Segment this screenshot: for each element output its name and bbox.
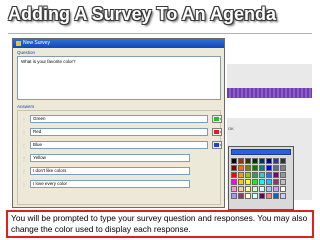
- color-swatch-27[interactable]: [245, 179, 251, 185]
- app-icon: [16, 41, 21, 46]
- drag-handle-icon[interactable]: ⋮: [22, 182, 26, 187]
- answers-list: ⋮ Green ▾ ⋮ Red ▾ ⋮ Blue ▾ ⋮ Yellow ⋮ I …: [17, 110, 222, 205]
- color-swatch-46[interactable]: [266, 193, 272, 199]
- drag-handle-icon[interactable]: ⋮: [22, 117, 26, 122]
- color-swatch-35[interactable]: [245, 186, 251, 192]
- color-swatch-15[interactable]: [273, 165, 279, 171]
- color-chip: [214, 117, 219, 121]
- color-swatch-14[interactable]: [266, 165, 272, 171]
- color-swatch-9[interactable]: [231, 165, 237, 171]
- color-swatch-25[interactable]: [231, 179, 237, 185]
- color-swatch-42[interactable]: [238, 193, 244, 199]
- dropdown-arrow-icon: ▾: [219, 130, 221, 134]
- answer-row-4: ⋮ Yellow: [18, 154, 222, 163]
- color-swatch-44[interactable]: [252, 193, 258, 199]
- color-swatch-7[interactable]: [273, 158, 279, 164]
- answer-input-3[interactable]: Blue: [30, 141, 208, 149]
- color-swatch-43[interactable]: [245, 193, 251, 199]
- color-swatch-40[interactable]: [280, 186, 286, 192]
- slide-title: Adding A Survey To An Agenda: [8, 4, 277, 24]
- answer-input-1[interactable]: Green: [30, 115, 208, 123]
- selected-color-bar[interactable]: [231, 149, 291, 155]
- color-chip: [214, 130, 219, 134]
- dialog-titlebar[interactable]: New Survey: [13, 39, 224, 48]
- color-swatch-28[interactable]: [252, 179, 258, 185]
- color-swatch-45[interactable]: [259, 193, 265, 199]
- color-swatch-24[interactable]: [280, 172, 286, 178]
- color-swatch-22[interactable]: [266, 172, 272, 178]
- color-swatch-26[interactable]: [238, 179, 244, 185]
- color-swatch-21[interactable]: [259, 172, 265, 178]
- answer-input-5[interactable]: I don't like colors: [30, 167, 190, 175]
- drag-handle-icon[interactable]: ⋮: [22, 169, 26, 174]
- answers-label: Answers: [17, 104, 35, 109]
- answer-input-2[interactable]: Red: [30, 128, 208, 136]
- color-swatch-10[interactable]: [238, 165, 244, 171]
- background-ok-label: OK: [228, 126, 234, 131]
- instruction-caption: You will be prompted to type your survey…: [6, 210, 314, 238]
- color-swatch-31[interactable]: [273, 179, 279, 185]
- new-survey-dialog: New Survey Question What is your favorit…: [12, 38, 225, 208]
- color-chip: [214, 143, 219, 147]
- color-swatch-39[interactable]: [273, 186, 279, 192]
- color-swatch-33[interactable]: [231, 186, 237, 192]
- color-swatch-2[interactable]: [238, 158, 244, 164]
- color-swatch-8[interactable]: [280, 158, 286, 164]
- color-swatch-30[interactable]: [266, 179, 272, 185]
- color-swatch-5[interactable]: [259, 158, 265, 164]
- drag-handle-icon[interactable]: ⋮: [22, 130, 26, 135]
- background-toolbar: [227, 88, 312, 98]
- color-swatch-grid: [231, 158, 293, 199]
- answer-row-2: ⋮ Red ▾: [18, 128, 222, 137]
- answer-input-6[interactable]: I love every color: [30, 180, 190, 188]
- color-picker-button-2[interactable]: ▾: [212, 128, 222, 136]
- color-swatch-23[interactable]: [273, 172, 279, 178]
- color-swatch-18[interactable]: [238, 172, 244, 178]
- question-label: Question: [17, 50, 36, 55]
- question-input[interactable]: What is your favorite color?: [17, 56, 221, 100]
- color-swatch-13[interactable]: [259, 165, 265, 171]
- drag-handle-icon[interactable]: ⋮: [22, 156, 26, 161]
- color-swatch-38[interactable]: [266, 186, 272, 192]
- answer-row-3: ⋮ Blue ▾: [18, 141, 222, 150]
- color-swatch-1[interactable]: [231, 158, 237, 164]
- color-picker-button-3[interactable]: ▾: [212, 141, 222, 149]
- answer-row-1: ⋮ Green ▾: [18, 115, 222, 124]
- color-swatch-20[interactable]: [252, 172, 258, 178]
- color-picker-button-1[interactable]: ▾: [212, 115, 222, 123]
- color-swatch-37[interactable]: [259, 186, 265, 192]
- question-text: What is your favorite color?: [21, 59, 76, 64]
- color-swatch-36[interactable]: [252, 186, 258, 192]
- color-swatch-48[interactable]: [280, 193, 286, 199]
- color-swatch-19[interactable]: [245, 172, 251, 178]
- answer-row-6: ⋮ I love every color: [18, 180, 222, 189]
- color-swatch-3[interactable]: [245, 158, 251, 164]
- color-palette-popup: [228, 146, 294, 210]
- color-swatch-47[interactable]: [273, 193, 279, 199]
- title-divider: [8, 33, 312, 34]
- color-swatch-34[interactable]: [238, 186, 244, 192]
- background-panel: [227, 98, 312, 118]
- color-swatch-4[interactable]: [252, 158, 258, 164]
- drag-handle-icon[interactable]: ⋮: [22, 143, 26, 148]
- color-swatch-29[interactable]: [259, 179, 265, 185]
- color-swatch-12[interactable]: [252, 165, 258, 171]
- color-swatch-32[interactable]: [280, 179, 286, 185]
- color-swatch-17[interactable]: [231, 172, 237, 178]
- answer-row-5: ⋮ I don't like colors: [18, 167, 222, 176]
- dialog-title: New Survey: [23, 40, 50, 46]
- dropdown-arrow-icon: ▾: [219, 143, 221, 147]
- color-swatch-41[interactable]: [231, 193, 237, 199]
- color-swatch-16[interactable]: [280, 165, 286, 171]
- color-swatch-11[interactable]: [245, 165, 251, 171]
- answer-input-4[interactable]: Yellow: [30, 154, 190, 162]
- dropdown-arrow-icon: ▾: [219, 117, 221, 121]
- color-swatch-6[interactable]: [266, 158, 272, 164]
